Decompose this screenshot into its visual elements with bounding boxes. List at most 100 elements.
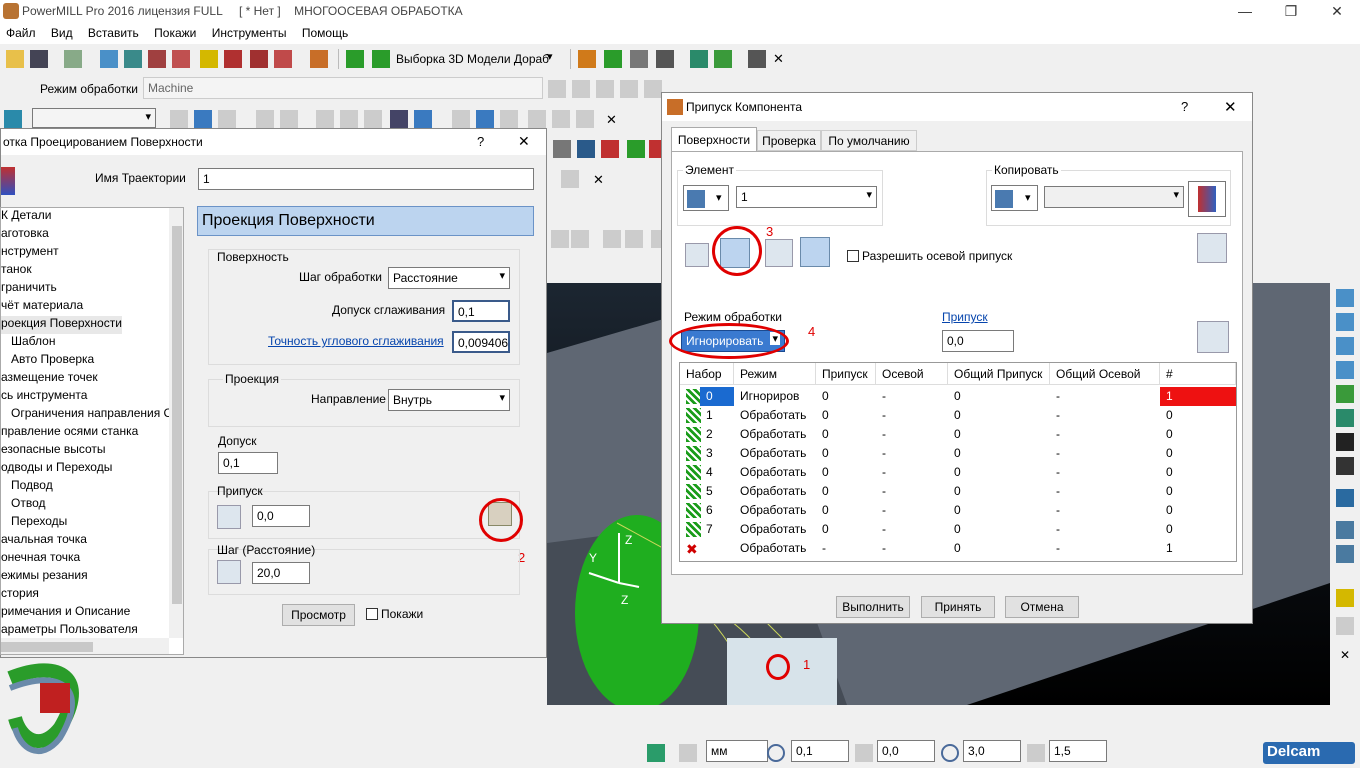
tree-item[interactable]: ачальная точка <box>1 532 87 550</box>
table-row[interactable]: 3 Обработать 0 - 0 - 0 <box>680 444 1236 463</box>
table-row[interactable]: 5 Обработать 0 - 0 - 0 <box>680 482 1236 501</box>
rotate-icon[interactable] <box>452 110 470 128</box>
mirror-icon[interactable] <box>218 110 236 128</box>
close-button[interactable]: ✕ <box>1224 98 1237 116</box>
save-icon[interactable] <box>280 110 298 128</box>
column-header[interactable]: Режим <box>734 363 816 385</box>
menu-view[interactable]: Вид <box>45 24 79 40</box>
surface-icon[interactable] <box>340 110 358 128</box>
tree-item[interactable]: римечания и Описание <box>1 604 130 622</box>
menu-file[interactable]: Файл <box>0 24 42 40</box>
mode-field[interactable]: Machine <box>143 77 543 99</box>
redo-icon[interactable] <box>596 80 614 98</box>
menu-tools[interactable]: Инструменты <box>206 24 293 40</box>
view-front-icon[interactable] <box>1336 313 1354 331</box>
copy-button[interactable] <box>1188 181 1226 217</box>
table-row[interactable]: 4 Обработать 0 - 0 - 0 <box>680 463 1236 482</box>
snap-icon[interactable] <box>476 110 494 128</box>
stock-icon[interactable] <box>250 50 268 68</box>
help-button[interactable]: ? <box>477 134 484 149</box>
copy-combo[interactable]: ▾ <box>1044 186 1184 208</box>
model-select-label[interactable]: Выборка 3D Модели Дораб <box>396 52 549 66</box>
boundary-icon[interactable] <box>148 50 166 68</box>
tree-vertical-scrollbar[interactable] <box>169 208 183 638</box>
settings-icon[interactable] <box>1197 233 1227 263</box>
curve-icon[interactable] <box>316 110 334 128</box>
zoom-icon[interactable] <box>1336 385 1354 403</box>
group-icon[interactable] <box>274 50 292 68</box>
table-row[interactable]: ✖ Обработать - - 0 - 1 <box>680 539 1236 558</box>
close-button[interactable]: ✕ <box>518 133 530 150</box>
delete-icon[interactable] <box>552 110 570 128</box>
select-surfaces-icon[interactable] <box>685 243 709 267</box>
transform-icon[interactable] <box>170 110 188 128</box>
tab-default[interactable]: По умолчанию <box>821 130 917 151</box>
table-row[interactable]: 1 Обработать 0 - 0 - 0 <box>680 406 1236 425</box>
selection-combo[interactable]: ▾ <box>32 108 156 128</box>
select-icon[interactable] <box>4 110 22 128</box>
help-button[interactable]: ? <box>1181 99 1188 114</box>
tree-horizontal-scrollbar[interactable] <box>1 638 169 654</box>
tree-item[interactable]: Шаблон <box>11 334 55 352</box>
allowance-field[interactable]: 0,0 <box>877 740 935 762</box>
tree-item[interactable]: Отвод <box>11 496 45 514</box>
probe-icon[interactable] <box>690 50 708 68</box>
shade-icon[interactable] <box>625 230 643 248</box>
smoothing-input[interactable]: 0,1 <box>452 300 510 322</box>
workplane-icon[interactable] <box>577 140 595 158</box>
transform-icon[interactable] <box>561 170 579 188</box>
tree-item[interactable]: роекция Поверхности <box>1 316 122 334</box>
tree-item[interactable]: К Детали <box>1 208 51 226</box>
trajectory-name-input[interactable]: 1 <box>198 168 534 190</box>
axial-allowance-checkbox[interactable] <box>847 250 859 262</box>
column-header[interactable]: Набор <box>680 363 734 385</box>
level-icon[interactable] <box>346 50 364 68</box>
calculator-icon[interactable] <box>548 80 566 98</box>
tree-item[interactable]: Ограничения направления С <box>11 406 172 424</box>
tree-item[interactable]: аготовка <box>1 226 49 244</box>
preview-button[interactable]: Просмотр <box>282 604 355 626</box>
tree-item[interactable]: стория <box>1 586 39 604</box>
view-side-icon[interactable] <box>1336 337 1354 355</box>
globe-icon[interactable] <box>1336 545 1354 563</box>
stock-view-icon[interactable] <box>1336 521 1354 539</box>
block-icon[interactable] <box>100 50 118 68</box>
stepover-input[interactable]: 20,0 <box>252 562 310 584</box>
tree-item[interactable]: нструмент <box>1 244 59 262</box>
scrollbar-thumb[interactable] <box>1 642 93 652</box>
show-checkbox[interactable] <box>366 608 378 620</box>
diameter-field[interactable]: 3,0 <box>963 740 1021 762</box>
close-button[interactable]: ✕ <box>1314 0 1360 24</box>
tree-item[interactable]: чёт материала <box>1 298 83 316</box>
element-type-combo[interactable]: ▾ <box>683 185 729 211</box>
menu-show[interactable]: Покажи <box>148 24 202 40</box>
allowance-link[interactable]: Припуск <box>942 310 988 324</box>
pointer-icon[interactable] <box>1336 617 1354 635</box>
close-toolbar-icon[interactable]: ✕ <box>773 51 784 67</box>
close-toolbar-icon[interactable]: ✕ <box>606 112 617 128</box>
chevron-down-icon[interactable]: ▾ <box>547 50 553 63</box>
table-row[interactable]: 2 Обработать 0 - 0 - 0 <box>680 425 1236 444</box>
macro-icon[interactable] <box>748 50 766 68</box>
tolerance-input[interactable]: 0,1 <box>218 452 278 474</box>
apply-button[interactable]: Выполнить <box>836 596 910 618</box>
cancel-icon[interactable] <box>576 110 594 128</box>
box-icon[interactable] <box>1336 457 1354 475</box>
cancel-icon[interactable] <box>644 80 662 98</box>
hand-icon[interactable] <box>217 560 241 584</box>
ncprogram-icon[interactable] <box>604 50 622 68</box>
copy-type-combo[interactable]: ▾ <box>991 185 1038 211</box>
tree-item[interactable]: Авто Проверка <box>11 352 94 370</box>
close-toolbar-icon[interactable]: ✕ <box>1340 648 1350 662</box>
menu-help[interactable]: Помощь <box>296 24 354 40</box>
feature-icon[interactable] <box>200 50 218 68</box>
hole-icon[interactable] <box>224 50 242 68</box>
menu-insert[interactable]: Вставить <box>82 24 145 40</box>
reset-allowance-icon[interactable] <box>1197 321 1229 353</box>
column-header[interactable]: Общий Припуск <box>948 363 1050 385</box>
tree-item[interactable]: граничить <box>1 280 57 298</box>
tree-item[interactable]: Переходы <box>11 514 67 532</box>
minimize-button[interactable]: — <box>1222 0 1268 24</box>
accept-button[interactable]: Принять <box>921 596 995 618</box>
tab-surfaces[interactable]: Поверхности <box>671 127 757 151</box>
